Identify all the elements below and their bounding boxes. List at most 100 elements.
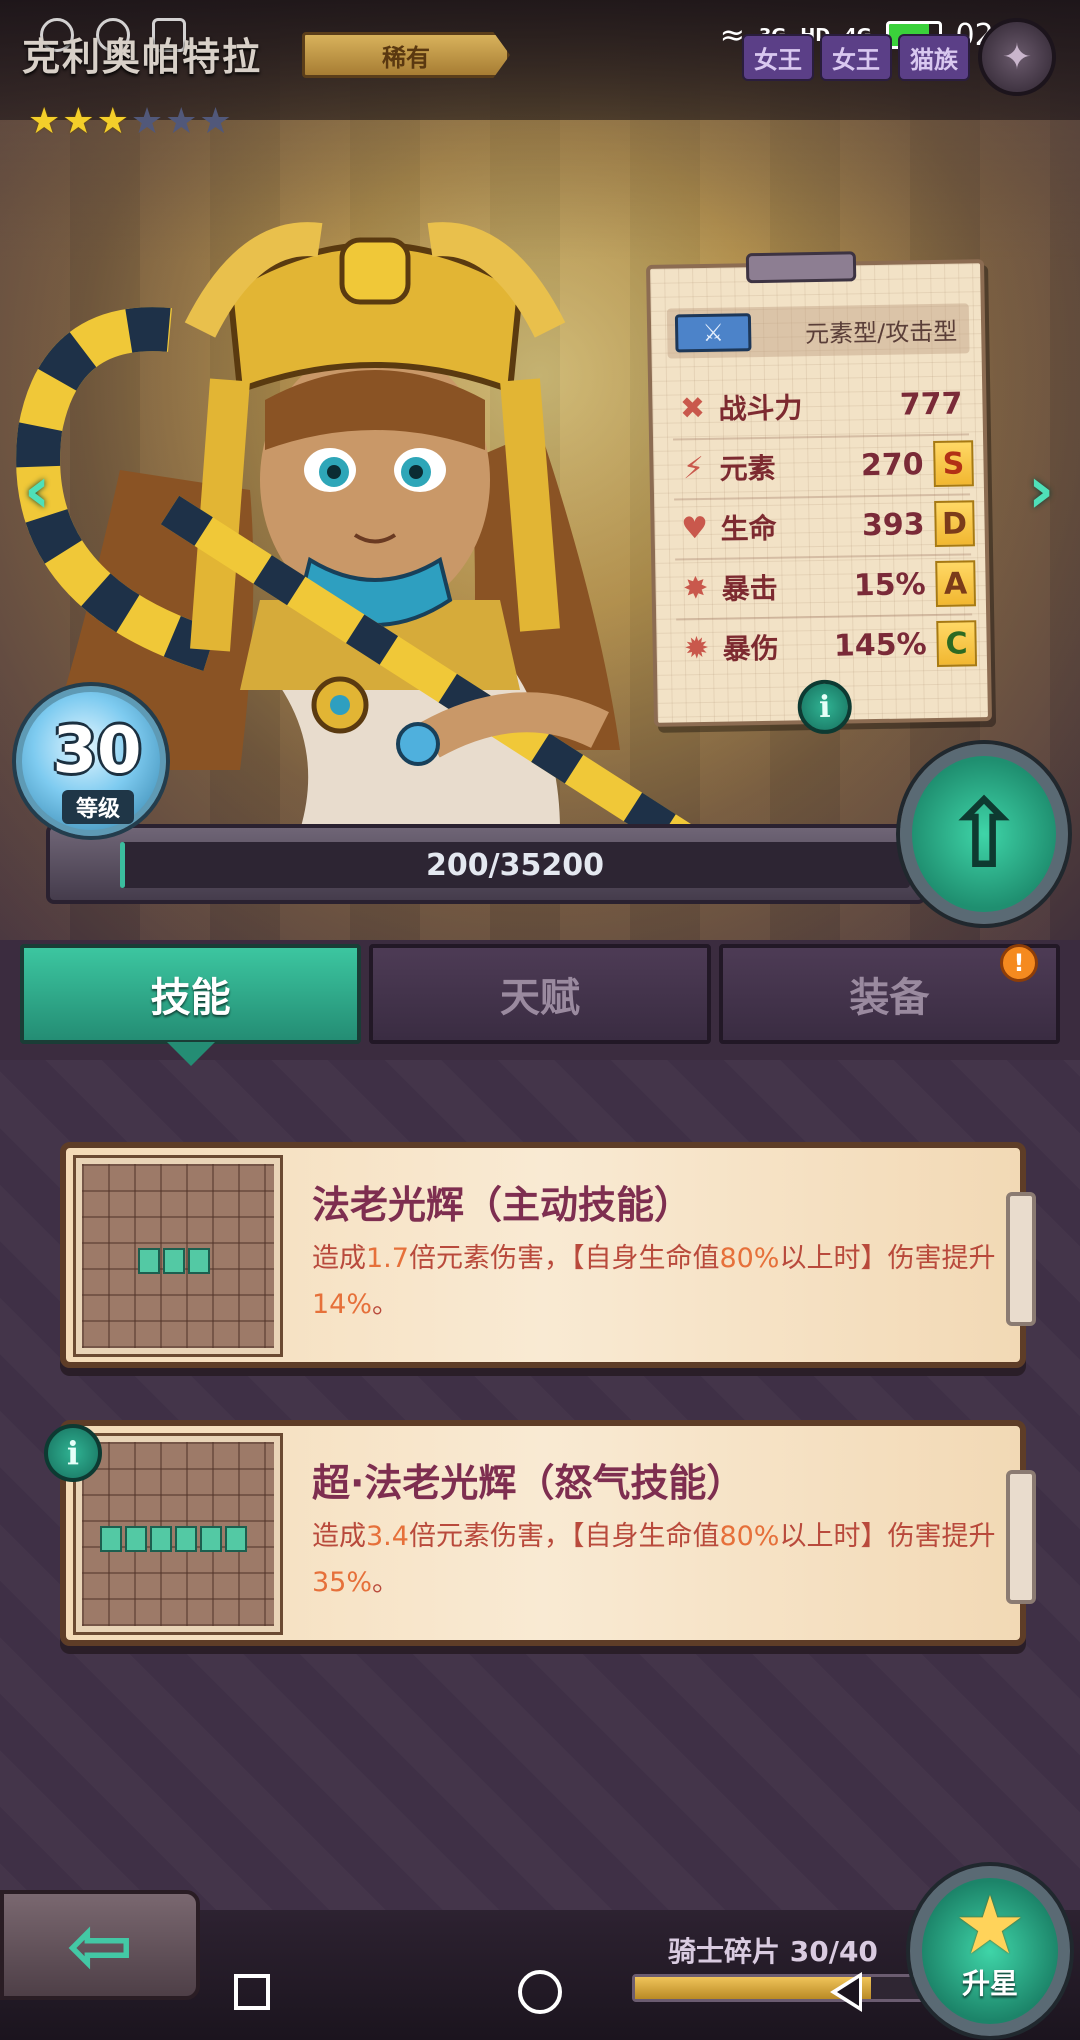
stat-label: 生命 (720, 511, 777, 546)
skill-block (200, 1526, 222, 1552)
desc-text: 。 (372, 1567, 400, 1598)
stat-value: 15% (853, 566, 926, 603)
stat-label: 元素 (719, 451, 776, 486)
grade-badge: D (934, 500, 975, 547)
stat-label: 暴伤 (722, 631, 780, 666)
stat-row-element: ⚡ 元素 270 S (673, 435, 974, 496)
stat-row-crit: ✸ 暴击 15% A (675, 555, 977, 616)
arrow-up-icon: ⇧ (943, 778, 1025, 890)
square-icon (234, 1974, 270, 2010)
skill-multiplier: 1.7 (366, 1243, 409, 1274)
stat-value: 777 (899, 385, 963, 423)
hp-threshold: 80% (719, 1243, 780, 1274)
skill-blocks (138, 1248, 210, 1274)
xp-track: 200/35200 (120, 842, 910, 888)
desc-text: 。 (372, 1289, 400, 1320)
stat-row-power: ✖ 战斗力 777 (672, 375, 973, 436)
skill-block (138, 1248, 160, 1274)
alert-badge: ! (999, 944, 1038, 982)
skill-block (150, 1526, 172, 1552)
skill-block (175, 1526, 197, 1552)
stat-row-crit-damage: ✹ 暴伤 145% C (676, 615, 978, 676)
next-hero-arrow[interactable]: › (1016, 454, 1066, 528)
crit-damage-icon: ✹ (683, 630, 710, 666)
desc-text: 造成 (312, 1243, 366, 1274)
tab-label: 技能 (150, 975, 231, 1021)
tab-talent[interactable]: 天赋 (369, 944, 711, 1044)
hero-type: 元素型/攻击型 (804, 317, 958, 348)
xp-bar: 200/35200 (46, 824, 926, 904)
skill-card[interactable]: 法老光辉（主动技能） 造成1.7倍元素伤害，【自身生命值80%以上时】伤害提升 1… (60, 1142, 1036, 1368)
skill-shape-icon (73, 1433, 283, 1635)
circle-icon (518, 1970, 562, 2014)
prev-hero-arrow[interactable]: ‹ (12, 454, 62, 528)
recent-apps-button[interactable] (222, 1962, 282, 2022)
skill-title: 超·法老光辉（怒气技能） (312, 1461, 745, 1505)
grade-badge: S (933, 440, 974, 487)
xp-text: 200/35200 (426, 847, 604, 883)
clipboard-clip (745, 251, 857, 284)
skill-card[interactable]: 超·法老光辉（怒气技能） 造成3.4倍元素伤害，【自身生命值80%以上时】伤害提… (60, 1420, 1036, 1646)
power-icon: ✖ (679, 390, 706, 426)
hero-name: 克利奥帕特拉 (22, 35, 263, 79)
star-empty-icon: ★ (199, 101, 232, 142)
hero-tags: 女王 女王 猫族 (742, 34, 970, 81)
desc-text: 造成 (312, 1521, 366, 1552)
element-icon: ⚡ (682, 450, 705, 486)
stat-value: 270 (860, 446, 924, 483)
tab-label: 装备 (849, 975, 930, 1021)
skill-shape-icon (73, 1155, 283, 1357)
star-filled-icon: ★ (62, 101, 95, 142)
tab-label: 天赋 (499, 975, 580, 1021)
sword-icon: ⚔ (674, 313, 752, 353)
card-side-tab (1006, 1192, 1036, 1326)
level-orb: 30 等级 (16, 686, 166, 836)
card-side-tab (1006, 1470, 1036, 1604)
tag-3: 猫族 (898, 34, 970, 81)
level-up-button[interactable]: ⇧ (900, 744, 1068, 924)
fish-icon[interactable]: ✦ (978, 18, 1056, 96)
skill-description: 造成1.7倍元素伤害，【自身生命值80%以上时】伤害提升 14%。 (312, 1236, 1012, 1328)
tab-skills[interactable]: 技能 (20, 944, 362, 1066)
tab-equipment[interactable]: 装备 ! (718, 944, 1060, 1044)
hp-threshold: 80% (719, 1521, 780, 1552)
level-value: 30 (52, 714, 142, 788)
desc-text: 以上时】伤害提升 (779, 1243, 996, 1274)
star-empty-icon: ★ (165, 101, 198, 142)
skill-info-button[interactable]: i (44, 1424, 102, 1482)
skill-description: 造成3.4倍元素伤害，【自身生命值80%以上时】伤害提升 35%。 (312, 1514, 1012, 1606)
desc-text: 以上时】伤害提升 (779, 1521, 996, 1552)
skill-blocks (100, 1526, 247, 1552)
home-button[interactable] (510, 1962, 570, 2022)
stat-label: 战斗力 (718, 391, 803, 426)
system-nav-bar (0, 1940, 1080, 2040)
star-empty-icon: ★ (130, 101, 164, 142)
skill-block (125, 1526, 147, 1552)
skill-block (163, 1248, 185, 1274)
tab-bar: 技能 天赋 装备 ! (20, 944, 1060, 1066)
grade-badge: A (935, 560, 977, 607)
star-filled-icon: ★ (96, 101, 129, 142)
crit-icon: ✸ (682, 570, 709, 606)
tab-pointer (166, 1042, 215, 1066)
level-label: 等级 (62, 790, 134, 824)
damage-boost: 35% (312, 1567, 373, 1598)
stats-card: ⚔ 元素型/攻击型 ✖ 战斗力 777 ⚡ 元素 270 S ♥ 生命 393 … (645, 251, 993, 735)
desc-text: 倍元素伤害，【自身生命值 (408, 1521, 720, 1552)
stat-label: 暴击 (721, 571, 778, 606)
stat-value: 145% (833, 626, 927, 664)
grade-badge: C (936, 620, 978, 667)
star-filled-icon: ★ (28, 101, 61, 142)
skill-block (188, 1248, 210, 1274)
tag-1: 女王 (742, 34, 814, 81)
system-back-button[interactable] (816, 1962, 876, 2022)
damage-boost: 14% (312, 1289, 373, 1320)
triangle-back-icon (830, 1972, 862, 2012)
stat-value: 393 (861, 506, 925, 543)
skill-title: 法老光辉（主动技能） (312, 1183, 693, 1227)
star-rating: ★ ★ ★ ★ ★ ★ (28, 104, 232, 140)
skill-block (225, 1526, 247, 1552)
heart-icon: ♥ (680, 510, 709, 546)
stat-row-hp: ♥ 生命 393 D (674, 495, 975, 556)
hero-type-row: ⚔ 元素型/攻击型 (666, 303, 970, 359)
